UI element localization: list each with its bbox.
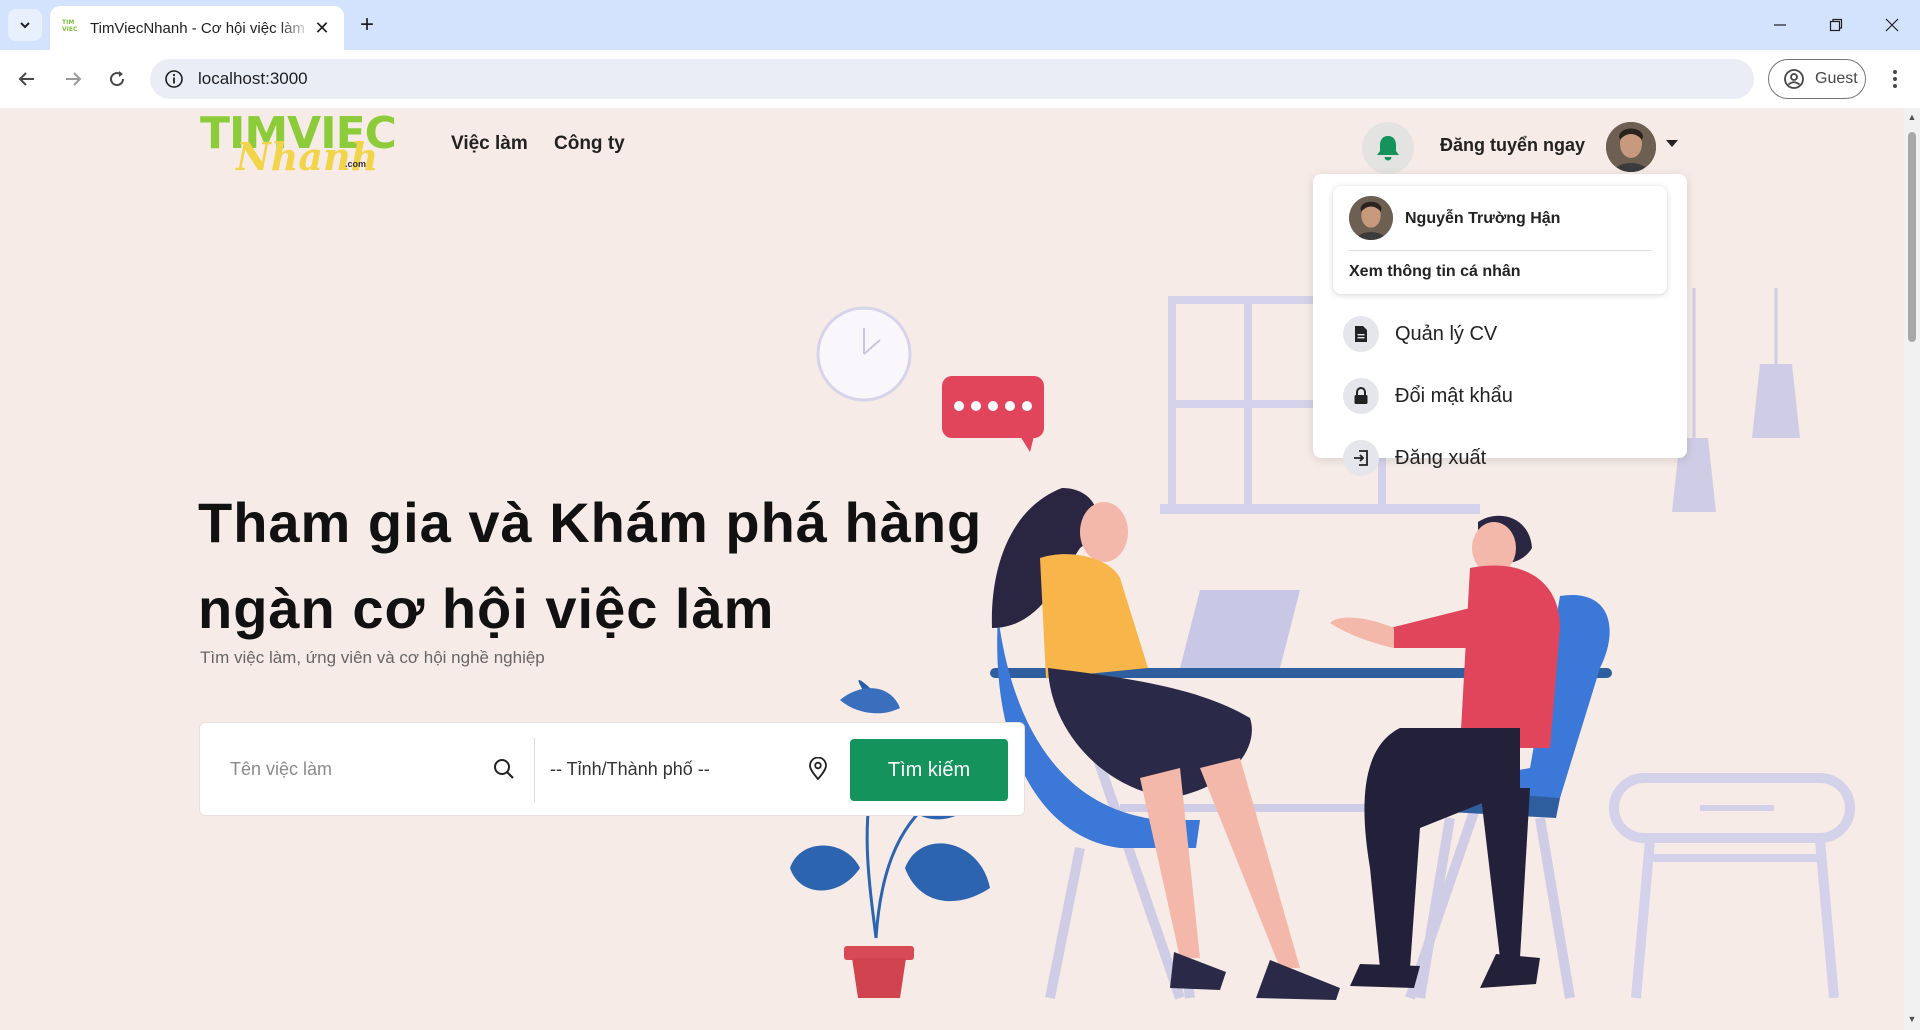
page-viewport: TIMVIEC Nhanh .com Việc làm Công ty Đăng… xyxy=(0,108,1904,1030)
nav-link-jobs[interactable]: Việc làm xyxy=(451,133,528,155)
info-icon[interactable] xyxy=(164,69,184,89)
file-icon xyxy=(1343,316,1379,352)
user-name: Nguyễn Trường Hận xyxy=(1405,210,1561,227)
view-profile-link[interactable]: Xem thông tin cá nhân xyxy=(1349,263,1521,281)
logout-icon xyxy=(1343,440,1379,476)
arrow-right-icon xyxy=(66,72,82,86)
logo-script-text: Nhanh xyxy=(236,134,379,179)
hero-subtitle: Tìm việc làm, ứng viên và cơ hội nghề ng… xyxy=(200,648,545,667)
profile-card[interactable]: Nguyễn Trường Hận Xem thông tin cá nhân xyxy=(1333,186,1667,294)
new-tab-button[interactable]: + xyxy=(352,10,382,40)
browser-tab-strip: TIM VIEC TimViecNhanh - Cơ hội việc làm ✕… xyxy=(0,0,1920,50)
hero-title: Tham gia và Khám phá hàng ngàn cơ hội vi… xyxy=(198,491,983,640)
search-button[interactable]: Tìm kiếm xyxy=(850,739,1008,801)
favicon-icon: TIM VIEC xyxy=(62,19,78,33)
minimize-icon xyxy=(1774,24,1786,26)
profile-label: Guest xyxy=(1815,70,1858,87)
reload-icon xyxy=(110,71,125,87)
caret-down-icon[interactable] xyxy=(1666,140,1678,147)
tab-close-icon[interactable]: ✕ xyxy=(312,18,332,39)
chevron-down-icon xyxy=(20,22,30,29)
divider xyxy=(534,738,535,802)
menu-item-change-password[interactable]: Đổi mật khẩu xyxy=(1343,376,1513,416)
avatar-photo xyxy=(1606,122,1656,172)
restore-icon xyxy=(1829,18,1843,32)
scroll-down-icon[interactable]: ▼ xyxy=(1907,1014,1917,1024)
browser-tab[interactable]: TIM VIEC TimViecNhanh - Cơ hội việc làm ✕ xyxy=(50,6,344,50)
forward-button[interactable] xyxy=(56,62,90,96)
avatar-photo xyxy=(1349,196,1393,240)
page-scrollbar[interactable]: ▲ ▼ xyxy=(1904,108,1920,1030)
minimize-button[interactable] xyxy=(1752,0,1808,50)
menu-item-logout[interactable]: Đăng xuất xyxy=(1343,438,1486,478)
city-select[interactable]: -- Tỉnh/Thành phố -- xyxy=(550,751,810,787)
map-pin-icon xyxy=(809,757,827,781)
scroll-up-icon[interactable]: ▲ xyxy=(1907,112,1917,122)
url-text: localhost:3000 xyxy=(198,69,308,88)
profile-avatar xyxy=(1349,196,1393,240)
user-avatar[interactable] xyxy=(1606,122,1656,172)
post-job-button[interactable]: Đăng tuyển ngay xyxy=(1440,135,1585,156)
more-vert-icon xyxy=(1893,70,1897,88)
menu-item-label: Đăng xuất xyxy=(1395,446,1487,469)
reload-button[interactable] xyxy=(100,62,134,96)
menu-item-manage-cv[interactable]: Quản lý CV xyxy=(1343,314,1497,354)
close-icon xyxy=(1885,18,1899,32)
lock-icon xyxy=(1343,378,1379,414)
arrow-left-icon xyxy=(18,72,34,86)
browser-menu-button[interactable] xyxy=(1880,62,1910,96)
divider xyxy=(1349,250,1651,251)
tab-title: TimViecNhanh - Cơ hội việc làm xyxy=(90,19,305,37)
job-title-input[interactable] xyxy=(230,751,480,787)
account-circle-icon xyxy=(1784,69,1804,89)
site-logo[interactable]: TIMVIEC Nhanh .com xyxy=(200,112,397,182)
logo-suffix: .com xyxy=(345,159,367,169)
address-bar[interactable]: localhost:3000 xyxy=(150,59,1754,99)
scrollbar-thumb[interactable] xyxy=(1908,132,1916,342)
tab-search-button[interactable] xyxy=(8,9,42,41)
menu-item-label: Quản lý CV xyxy=(1395,322,1498,345)
browser-toolbar: localhost:3000 Guest xyxy=(0,50,1920,108)
restore-button[interactable] xyxy=(1808,0,1864,50)
close-window-button[interactable] xyxy=(1864,0,1920,50)
search-icon[interactable] xyxy=(492,757,516,781)
bell-icon xyxy=(1377,136,1399,161)
notification-button[interactable] xyxy=(1362,122,1414,174)
menu-item-label: Đổi mật khẩu xyxy=(1395,384,1513,407)
profile-button[interactable]: Guest xyxy=(1768,59,1866,99)
job-search-form: -- Tỉnh/Thành phố -- Tìm kiếm xyxy=(199,722,1025,816)
user-dropdown-menu: Nguyễn Trường Hận Xem thông tin cá nhân … xyxy=(1313,174,1687,476)
nav-link-companies[interactable]: Công ty xyxy=(554,133,625,155)
back-button[interactable] xyxy=(10,62,44,96)
